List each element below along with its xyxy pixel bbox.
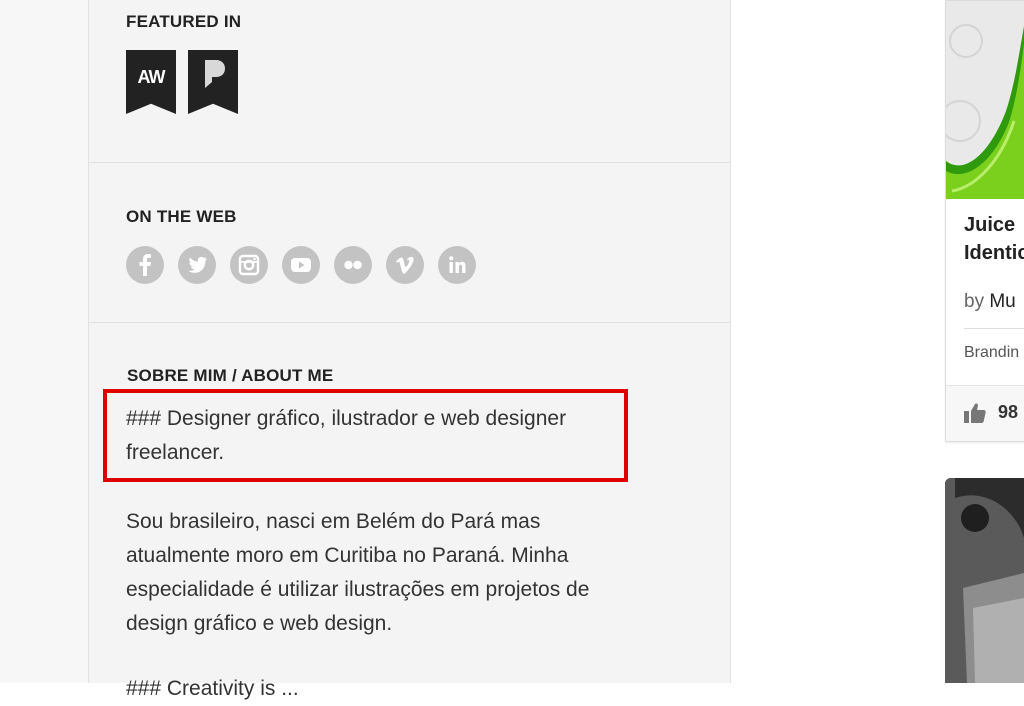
flickr-icon[interactable]: [334, 246, 372, 284]
project-card-2[interactable]: [945, 478, 1024, 683]
p-badge[interactable]: [188, 50, 238, 114]
featured-in-heading: FEATURED IN: [126, 12, 242, 31]
instagram-icon[interactable]: [230, 246, 268, 284]
project-thumbnail-2: [945, 478, 1024, 683]
about-description-line: design gráfico e web design.: [126, 612, 393, 635]
awwwards-badge[interactable]: AW: [126, 50, 176, 114]
project-thumbnail[interactable]: [946, 1, 1024, 199]
thumbs-up-icon: [964, 403, 986, 423]
project-stats: 98: [946, 385, 1024, 441]
about-me-heading: SOBRE MIM / ABOUT ME: [127, 366, 334, 385]
project-author[interactable]: by Mu: [964, 291, 1016, 313]
like-count: 98: [998, 402, 1019, 422]
project-title[interactable]: Juice Identic: [964, 211, 1024, 267]
section-divider: [89, 322, 730, 323]
facebook-icon[interactable]: [126, 246, 164, 284]
section-divider: [89, 162, 730, 163]
project-card[interactable]: Juice Identic by Mu Brandin 98: [945, 0, 1024, 442]
page-background-left: [0, 0, 88, 683]
linkedin-icon[interactable]: [438, 246, 476, 284]
about-description: Sou brasileiro, nasci em Belém do Pará m…: [126, 505, 686, 641]
card-divider: [964, 328, 1024, 329]
about-description-line: especialidade é utilizar ilustrações em …: [126, 578, 590, 601]
project-field[interactable]: Brandin: [964, 344, 1019, 362]
on-the-web-heading: ON THE WEB: [126, 207, 237, 226]
about-description-line: atualmente moro em Curitiba no Paraná. M…: [126, 544, 569, 567]
youtube-icon[interactable]: [282, 246, 320, 284]
awwwards-badge-label: AW: [137, 67, 166, 87]
twitter-icon[interactable]: [178, 246, 216, 284]
vimeo-icon[interactable]: [386, 246, 424, 284]
project-thumbnail-art: [946, 1, 1024, 199]
highlight-box: [103, 389, 628, 482]
profile-sidebar: FEATURED IN AW ON THE WEB SOBRE MIM / AB…: [88, 0, 731, 700]
about-next-heading: ### Creativity is ...: [126, 677, 299, 700]
p-logo-icon: [205, 60, 225, 88]
about-description-line: Sou brasileiro, nasci em Belém do Pará m…: [126, 510, 541, 533]
